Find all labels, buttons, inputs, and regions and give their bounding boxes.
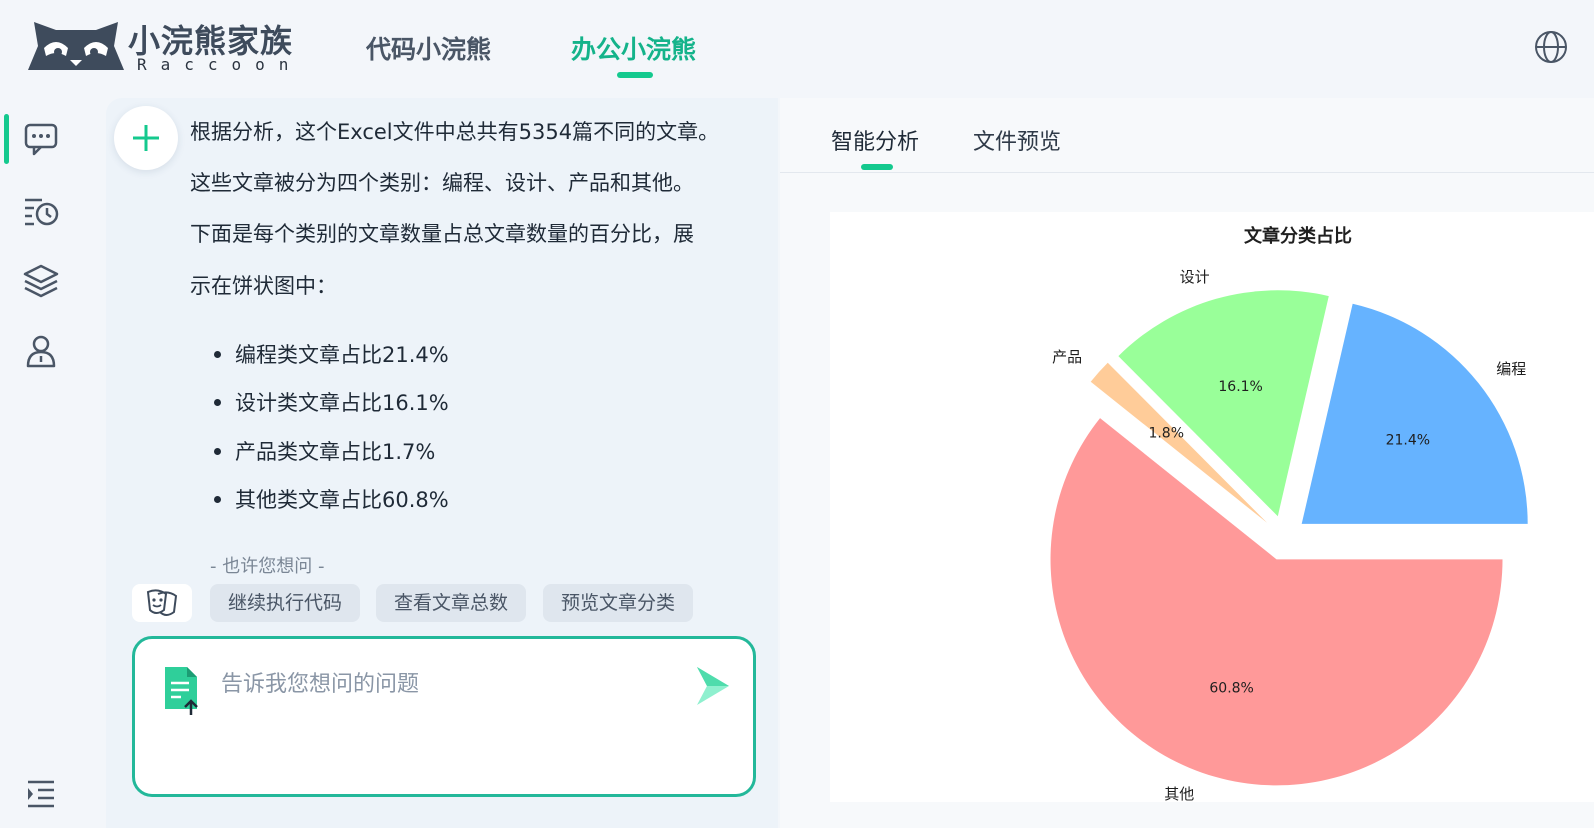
active-tab-indicator — [617, 72, 653, 78]
active-tab-indicator — [861, 164, 893, 170]
message-line: 这些文章被分为四个类别：编程、设计、产品和其他。 — [190, 171, 694, 195]
tab-code-raccoon[interactable]: 代码小浣熊 — [366, 30, 491, 66]
analysis-panel: 智能分析 文件预览 文章分类占比 21.4% 编程 16.1% 设计 1.8% 产品 60.… — [780, 98, 1594, 828]
chat-bubble-icon[interactable] — [22, 120, 60, 158]
pie-percent-label-design: 16.1% — [1218, 379, 1262, 395]
pie-percent-label-other: 60.8% — [1209, 680, 1253, 696]
history-icon[interactable] — [22, 192, 60, 230]
raccoon-logo — [28, 22, 124, 70]
pie-category-label-product: 产品 — [1052, 348, 1082, 366]
pie-category-label-design: 设计 — [1180, 268, 1210, 286]
user-icon[interactable] — [22, 332, 60, 370]
layers-icon[interactable] — [22, 262, 60, 300]
file-upload-icon[interactable] — [161, 665, 201, 717]
bullet-dot — [214, 399, 221, 406]
bullet-dot — [214, 496, 221, 503]
suggestion-chip[interactable]: 查看文章总数 — [376, 584, 527, 622]
suggestion-chip[interactable]: 预览文章分类 — [543, 584, 694, 622]
pie-category-label-other: 其他 — [1164, 785, 1194, 802]
question-input-box — [132, 636, 756, 797]
question-input[interactable] — [219, 663, 673, 705]
chat-panel: 根据分析，这个Excel文件中总共有5354篇不同的文章。 这些文章被分为四个类… — [106, 98, 778, 828]
chart-card: 文章分类占比 21.4% 编程 16.1% 设计 1.8% 产品 60.8% 其他 — [830, 212, 1594, 803]
tab-file-preview[interactable]: 文件预览 — [973, 124, 1061, 156]
bullet-dot — [214, 448, 221, 455]
tab-smart-analysis[interactable]: 智能分析 — [831, 124, 919, 156]
pie-slice-programming — [1301, 303, 1528, 524]
new-chat-button[interactable] — [114, 106, 178, 170]
suggestion-chip[interactable]: 继续执行代码 — [210, 584, 361, 622]
pie-percent-label-product: 1.8% — [1148, 425, 1184, 441]
tab-divider — [780, 172, 1594, 173]
message-line: 示在饼状图中： — [190, 274, 337, 298]
list-item: 编程类文章占比21.4% — [235, 343, 449, 367]
left-sidebar — [0, 98, 104, 828]
theater-mask-icon — [146, 589, 178, 616]
pie-category-label-programming: 编程 — [1496, 360, 1526, 378]
language-globe-icon[interactable] — [1534, 30, 1568, 64]
list-item: 其他类文章占比60.8% — [235, 488, 449, 512]
bullet-dot — [214, 351, 221, 358]
message-line: 根据分析，这个Excel文件中总共有5354篇不同的文章。 — [190, 120, 720, 144]
brand-subtitle: Raccoon — [137, 55, 303, 74]
sidebar-active-indicator — [4, 114, 9, 164]
pie-percent-label-programming: 21.4% — [1386, 433, 1430, 449]
collapse-menu-icon[interactable] — [22, 774, 60, 812]
app-header: 小浣熊家族 Raccoon 代码小浣熊 办公小浣熊 — [0, 0, 1594, 98]
tab-office-raccoon[interactable]: 办公小浣熊 — [571, 30, 696, 66]
message-line: 下面是每个类别的文章数量占总文章数量的百分比，展 — [190, 222, 694, 246]
send-icon[interactable] — [691, 663, 733, 709]
chart-title: 文章分类占比 — [1244, 225, 1352, 247]
plus-icon — [133, 125, 159, 151]
pie-chart: 文章分类占比 21.4% 编程 16.1% 设计 1.8% 产品 60.8% 其他 — [1050, 225, 1528, 803]
suggestions-title: - 也许您想问 - — [210, 556, 325, 577]
list-item: 产品类文章占比1.7% — [235, 440, 436, 464]
suggestion-mask-button[interactable] — [132, 584, 192, 622]
list-item: 设计类文章占比16.1% — [235, 391, 449, 415]
